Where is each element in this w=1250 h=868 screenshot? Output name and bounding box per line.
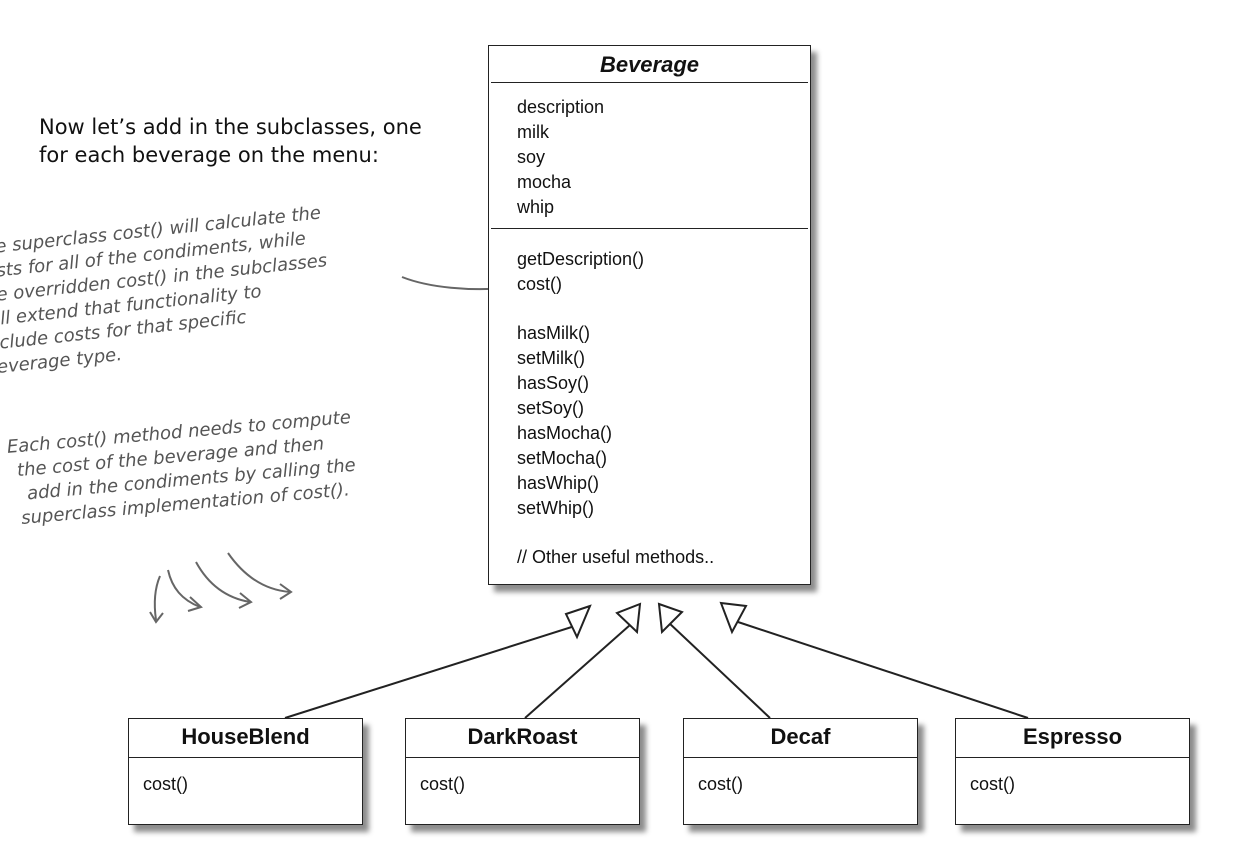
method: cost() <box>143 774 188 794</box>
class-name: Beverage <box>599 52 700 77</box>
method: getDescription() <box>517 249 645 269</box>
inheritance-arrowhead <box>719 601 748 635</box>
inheritance-arrowhead <box>564 604 592 640</box>
note-down-arrow <box>227 552 291 593</box>
intro-line: for each beverage on the menu: <box>39 143 379 167</box>
method: setMilk() <box>517 348 585 368</box>
method: hasMocha() <box>517 423 613 443</box>
method: cost() <box>517 274 562 294</box>
attribute: milk <box>517 122 549 142</box>
method: hasSoy() <box>517 373 590 393</box>
espresso-class-box: Espresso cost() <box>955 718 1190 825</box>
inheritance-line-espresso <box>737 621 1029 719</box>
intro-line: Now let’s add in the subclasses, one <box>39 115 422 139</box>
method: cost() <box>970 774 1015 794</box>
inheritance-line-houseblend <box>284 624 579 719</box>
class-name: HouseBlend <box>181 724 310 749</box>
attribute: description <box>517 97 605 117</box>
method: hasWhip() <box>517 473 600 493</box>
method: setMocha() <box>517 448 608 468</box>
attribute: soy <box>517 147 546 167</box>
darkroast-class-box: DarkRoast cost() <box>405 718 640 825</box>
intro-text: Now let’s add in the subclasses, one for… <box>39 113 469 169</box>
inheritance-arrowhead <box>615 602 642 635</box>
inheritance-line-darkroast <box>524 624 631 719</box>
methods-section: getDescription() cost() hasMilk() setMil… <box>489 229 810 570</box>
attribute: mocha <box>517 172 572 192</box>
decaf-class-box: Decaf cost() <box>683 718 918 825</box>
method: cost() <box>698 774 743 794</box>
attributes-section: description milk soy mocha whip <box>489 83 810 228</box>
method: setSoy() <box>517 398 585 418</box>
inheritance-arrowhead <box>657 602 684 635</box>
houseblend-class-box: HouseBlend cost() <box>128 718 363 825</box>
note-down-arrow <box>195 561 251 603</box>
method: setWhip() <box>517 498 595 518</box>
method: cost() <box>420 774 465 794</box>
inheritance-line-decaf <box>667 621 771 719</box>
class-name: DarkRoast <box>467 724 578 749</box>
class-name: Espresso <box>1022 724 1123 749</box>
method: // Other useful methods.. <box>517 547 715 567</box>
attribute: whip <box>517 197 555 217</box>
beverage-class-box: Beverage description milk soy mocha whip… <box>488 45 811 585</box>
method: hasMilk() <box>517 323 591 343</box>
class-name: Decaf <box>770 724 831 749</box>
note-down-arrow <box>153 575 161 621</box>
